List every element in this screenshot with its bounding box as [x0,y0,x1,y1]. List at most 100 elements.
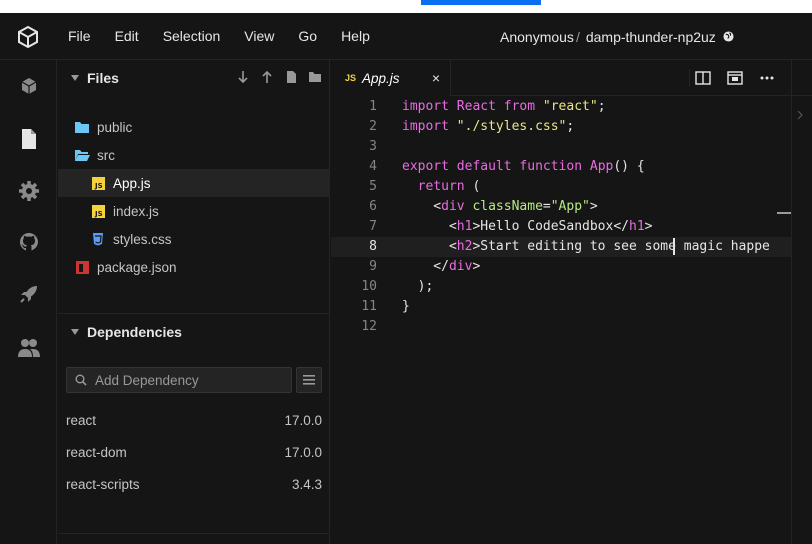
globe-icon[interactable] [723,31,734,42]
tree-item-index-js[interactable]: JS index.js [58,197,330,225]
menu-edit[interactable]: Edit [103,13,151,60]
search-icon [75,374,87,386]
tab-app-js[interactable]: JS App.js × [331,60,451,96]
menu-selection[interactable]: Selection [151,13,233,60]
dependency-name: react-dom [66,444,127,460]
dependency-name: react-scripts [66,476,140,492]
js-file-icon: JS [90,204,106,218]
new-file-icon[interactable] [284,70,298,84]
hamburger-icon [303,375,315,385]
code-line[interactable]: 4 export default function App() { [331,157,791,177]
menu-go[interactable]: Go [286,13,329,60]
cube-icon[interactable] [17,74,41,98]
tree-item-styles-css[interactable]: styles.css [58,225,330,253]
line-number: 7 [369,219,377,234]
rocket-icon[interactable] [17,282,41,306]
download-icon[interactable] [236,70,250,84]
code-line[interactable]: 11} [331,297,791,317]
css-file-icon [90,232,106,246]
tree-item-public[interactable]: public [58,113,330,141]
code-text: import React from "react"; [402,99,606,114]
sandbox-name[interactable]: damp-thunder-np2uz [586,29,716,45]
code-text: <h1>Hello CodeSandbox</h1> [402,219,653,234]
code-editor[interactable]: 1 import React from "react"; 2 import "./s… [331,97,791,544]
close-icon[interactable]: × [432,71,440,85]
line-number: 4 [369,159,377,174]
code-text: export default function App() { [402,159,645,174]
top-blue-button[interactable] [421,0,541,5]
tree-item-label: styles.css [113,231,172,247]
line-number: 6 [369,199,377,214]
line-number: 10 [361,279,377,294]
text-cursor [673,238,675,255]
menu-bar: File Edit Selection View Go Help [56,13,382,60]
code-text: return ( [417,179,481,194]
dependencies-header[interactable]: Dependencies [58,313,330,349]
tree-item-src[interactable]: src [58,141,330,169]
line-number: 8 [369,239,377,254]
code-line[interactable]: 6 <div className="App"> [331,197,791,217]
tree-item-label: package.json [97,259,177,275]
chevron-right-icon[interactable] [797,111,803,119]
files-title: Files [87,70,119,86]
chevron-down-icon[interactable] [70,73,80,83]
right-panel-header [791,60,812,97]
add-dependency-input[interactable] [95,372,275,388]
code-line[interactable]: 9 </div> [331,257,791,277]
tree-item-label: src [97,147,115,163]
minimap-marker[interactable] [777,212,791,214]
codesandbox-logo-icon[interactable] [16,25,40,49]
code-text: </div> [402,259,481,274]
users-icon[interactable] [17,336,41,360]
code-line[interactable]: 5 return ( [331,177,791,197]
dependency-version: 17.0.0 [284,412,322,428]
add-dependency-search[interactable] [66,367,292,393]
menu-help[interactable]: Help [329,13,382,60]
more-icon[interactable] [759,70,775,86]
code-line[interactable]: 12 [331,317,791,337]
files-header[interactable]: Files [58,60,330,96]
sandbox-owner[interactable]: Anonymous [500,29,574,45]
gear-icon[interactable] [17,179,41,203]
chevron-down-icon[interactable] [70,327,80,337]
tree-item-package-json[interactable]: package.json [58,253,330,281]
code-text: } [402,299,410,314]
code-line[interactable]: 2 import "./styles.css"; [331,117,791,137]
tree-item-app-js[interactable]: JS App.js [58,169,330,197]
dependency-row[interactable]: react-scripts 3.4.3 [58,470,330,498]
code-line[interactable]: 10 ); [331,277,791,297]
preview-icon[interactable] [727,70,743,86]
code-line[interactable]: 3 [331,137,791,157]
sidebar: Files public src JS App.js JS index.js s… [58,60,330,544]
file-icon[interactable] [17,127,41,151]
line-number: 11 [361,299,377,314]
menu-file[interactable]: File [56,13,103,60]
tab-label: App.js [362,70,400,86]
line-number: 12 [361,319,377,334]
code-line[interactable]: 1 import React from "react"; [331,97,791,117]
editor-tab-bar: JS App.js × [331,60,812,96]
split-editor-icon[interactable] [695,70,711,86]
dependency-version: 3.4.3 [291,476,322,492]
menu-view[interactable]: View [232,13,286,60]
dependency-row[interactable]: react-dom 17.0.0 [58,438,330,466]
line-number: 9 [369,259,377,274]
code-line[interactable]: 7 <h1>Hello CodeSandbox</h1> [331,217,791,237]
new-folder-icon[interactable] [308,70,322,84]
npm-icon [74,260,90,274]
tree-item-label: App.js [113,175,151,191]
dependencies-title: Dependencies [87,323,182,340]
editor-actions [695,60,775,96]
code-text: <div className="App"> [402,199,598,214]
dependency-row[interactable]: react 17.0.0 [58,406,330,434]
github-icon[interactable] [17,230,41,254]
right-panel-edge[interactable] [791,97,812,544]
upload-icon[interactable] [260,70,274,84]
dependency-menu-button[interactable] [296,367,322,393]
divider [58,533,330,534]
code-text: ); [402,279,434,294]
code-line-current[interactable]: 8 <h2>Start editing to see some magic ha… [331,237,791,257]
dependency-name: react [66,412,97,428]
browser-top-strip [0,0,812,13]
svg-text:JS: JS [94,182,103,190]
